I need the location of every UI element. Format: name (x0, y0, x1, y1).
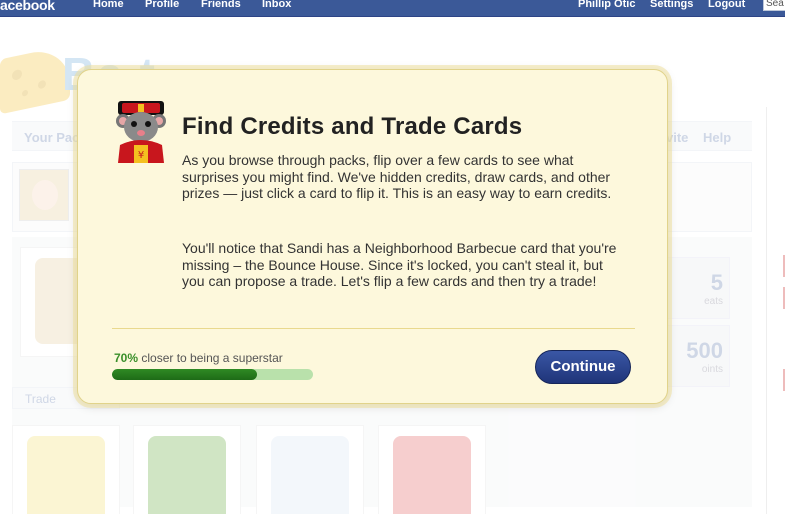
progress-bar-fill (112, 369, 257, 380)
facebook-topbar: acebook Home Profile Friends Inbox Phill… (0, 0, 785, 17)
search-input[interactable]: Sea (763, 0, 785, 11)
continue-button[interactable]: Continue (535, 350, 631, 384)
progress-percent: 70% (114, 351, 139, 365)
svg-text:¥: ¥ (138, 150, 144, 161)
dice-icon (393, 436, 471, 514)
dialog-paragraph-intro: As you browse through packs, flip over a… (182, 152, 612, 201)
progress-label: 70% closer to being a superstar (114, 351, 283, 365)
snowball-icon (271, 436, 349, 514)
stat-beats: 5 eats (664, 257, 730, 319)
nav-friends[interactable]: Friends (201, 0, 241, 10)
tutorial-dialog: ¥ Find Credits and Trade Cards As you br… (77, 69, 668, 404)
card-snowball[interactable] (256, 425, 364, 514)
pepper-icon (148, 436, 226, 514)
nav-user-name[interactable]: Phillip Otic (578, 0, 635, 10)
nav-home[interactable]: Home (93, 0, 124, 10)
nav-profile[interactable]: Profile (145, 0, 179, 10)
right-rail (766, 107, 785, 514)
rat-mascot-icon: ¥ (116, 101, 166, 163)
card-pepper[interactable] (133, 425, 241, 514)
dialog-paragraph-trade: You'll notice that Sandi has a Neighborh… (182, 240, 617, 289)
tab-invite[interactable]: vite (666, 130, 688, 145)
tab-help[interactable]: Help (703, 130, 731, 145)
nav-inbox[interactable]: Inbox (262, 0, 291, 10)
dialog-title: Find Credits and Trade Cards (182, 113, 523, 140)
nav-settings[interactable]: Settings (650, 0, 693, 10)
dialog-divider (112, 328, 635, 329)
stat-points: 500 oints (664, 325, 730, 387)
cheese-logo-icon (0, 44, 70, 115)
progress-bar (112, 369, 313, 380)
nav-logout[interactable]: Logout (708, 0, 745, 10)
card-dice[interactable] (378, 425, 486, 514)
bee-icon (27, 436, 105, 514)
tab-your-packs[interactable]: Your Pac (24, 130, 79, 145)
card-bee[interactable] (12, 425, 120, 514)
avatar (19, 169, 69, 221)
progress-text: closer to being a superstar (141, 351, 283, 365)
facebook-logo[interactable]: acebook (0, 0, 55, 13)
